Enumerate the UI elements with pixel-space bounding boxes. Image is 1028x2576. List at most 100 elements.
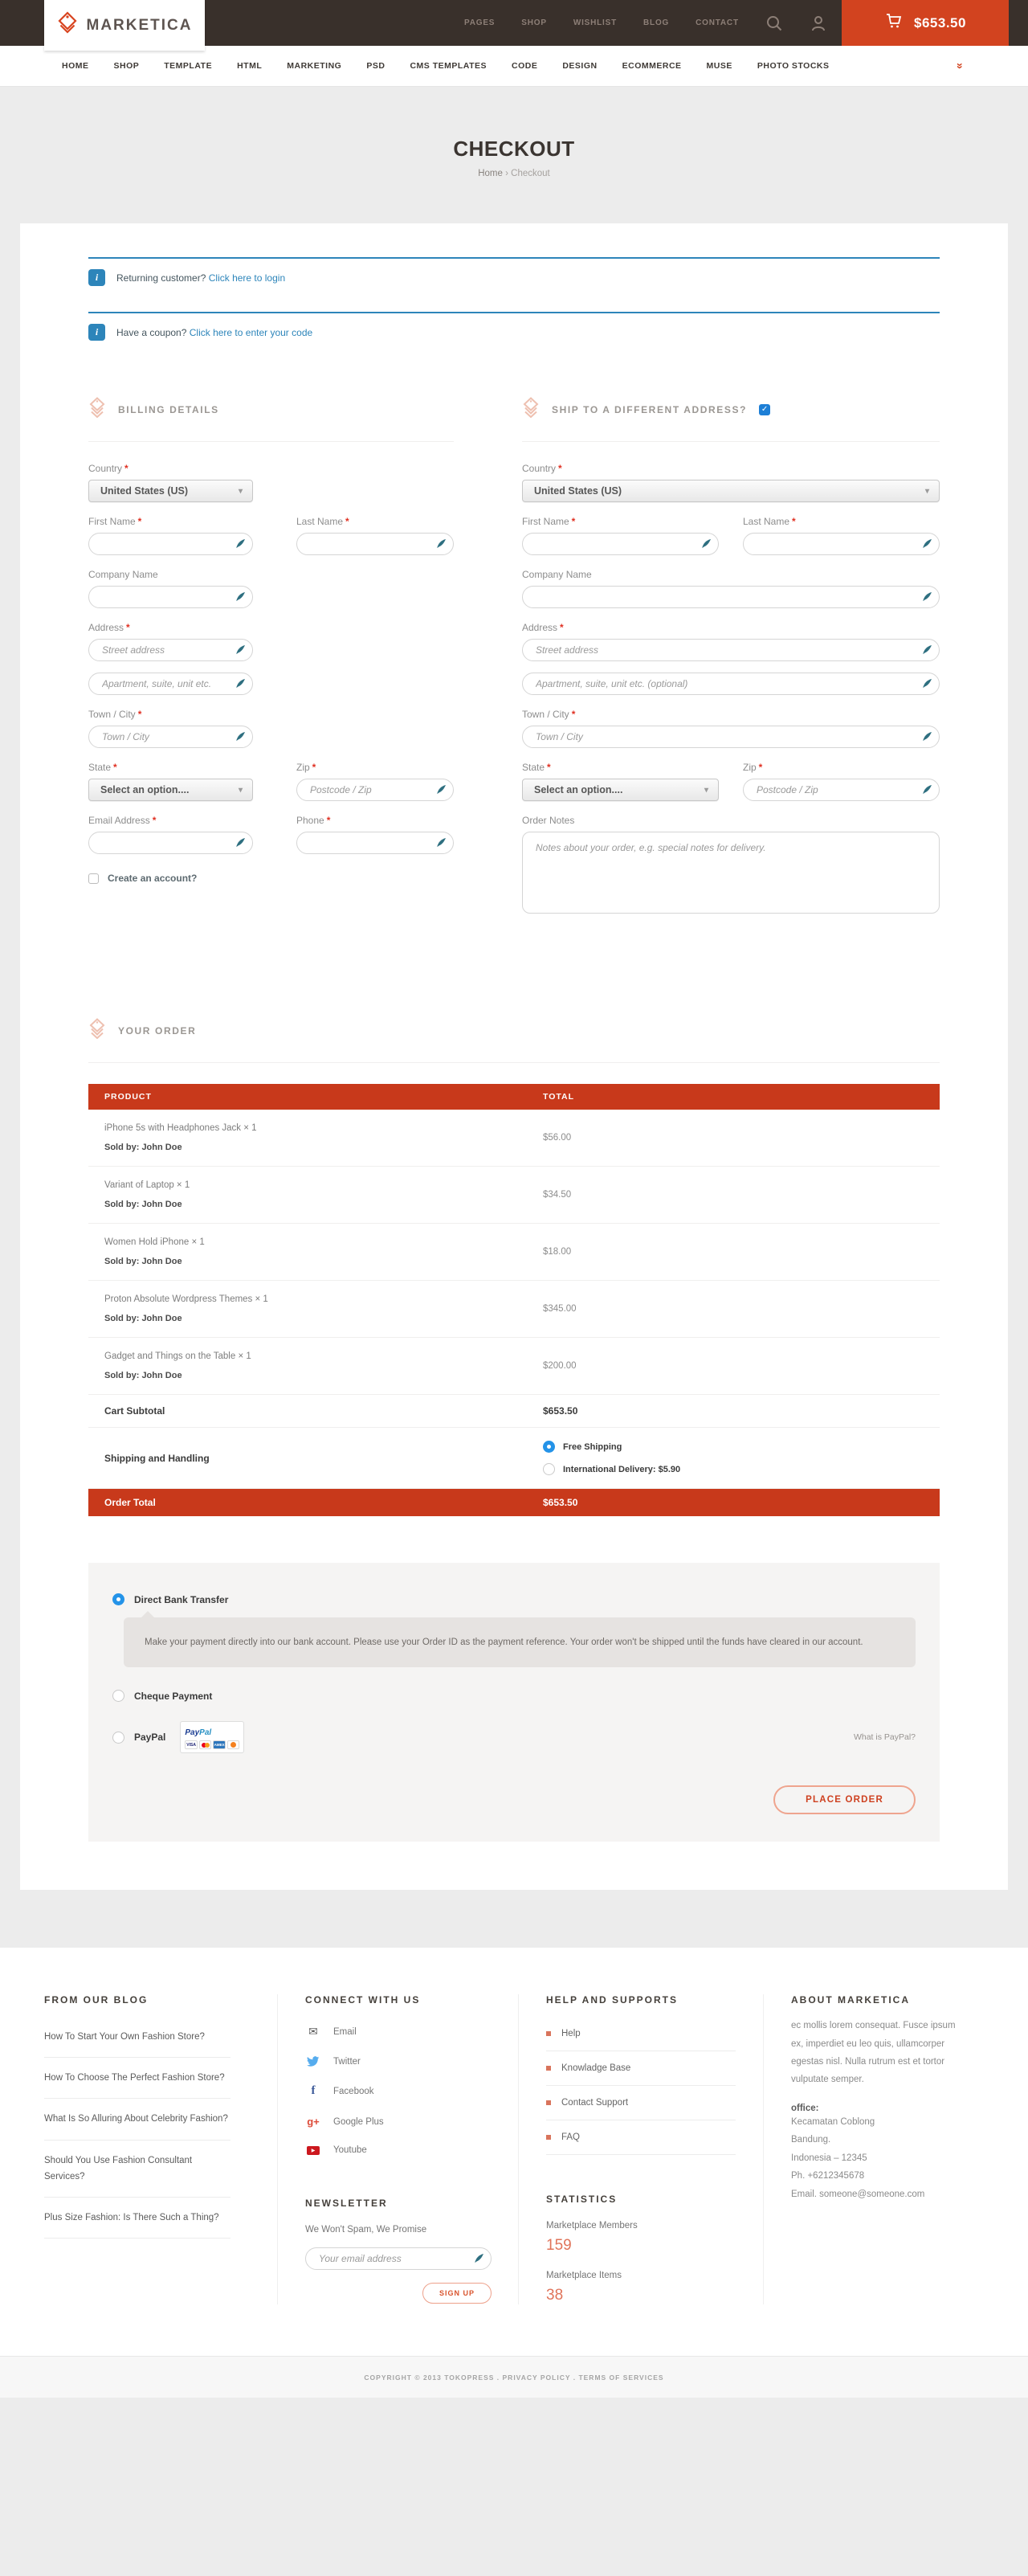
billing-first-name-input[interactable]: [88, 533, 253, 555]
about-heading: ABOUT MARKETICA: [791, 1994, 957, 2006]
first-name-label: First Name: [88, 516, 136, 527]
radio-unselected[interactable]: [112, 1732, 124, 1744]
billing-zip-input[interactable]: [296, 779, 454, 801]
top-nav-blog[interactable]: BLOG: [643, 18, 669, 27]
shipping-option-free[interactable]: Free Shipping: [543, 1441, 940, 1453]
nav-design[interactable]: DESIGN: [562, 61, 597, 71]
info-icon: i: [88, 269, 105, 286]
youtube-icon: ▶: [307, 2146, 320, 2155]
shipping-apartment-input[interactable]: [522, 673, 940, 695]
faq-link[interactable]: FAQ: [546, 2120, 736, 2155]
email-label: Email Address: [88, 815, 150, 826]
last-name-label: Last Name: [296, 516, 343, 527]
table-row: Women Hold iPhone × 1 Sold by: John Doe …: [88, 1224, 940, 1281]
radio-unselected[interactable]: [112, 1690, 124, 1702]
blog-post-link[interactable]: What Is So Alluring About Celebrity Fash…: [44, 2099, 230, 2140]
nav-template[interactable]: TEMPLATE: [164, 61, 212, 71]
order-notes-textarea[interactable]: [522, 832, 940, 914]
blog-post-link[interactable]: Plus Size Fashion: Is There Such a Thing…: [44, 2198, 230, 2239]
knowledge-base-link[interactable]: Knowladge Base: [546, 2051, 736, 2086]
stat-members-value: 159: [546, 2237, 736, 2255]
radio-selected[interactable]: [112, 1593, 124, 1605]
billing-company-input[interactable]: [88, 586, 253, 608]
order-notes-label: Order Notes: [522, 815, 940, 826]
nav-ecommerce[interactable]: ECOMMERCE: [622, 61, 682, 71]
contact-support-link[interactable]: Contact Support: [546, 2086, 736, 2120]
newsletter-email-input[interactable]: [305, 2247, 492, 2270]
billing-apartment-input[interactable]: [88, 673, 253, 695]
nav-photo-stocks[interactable]: PHOTO STOCKS: [757, 61, 830, 71]
billing-state-select[interactable]: Select an option.... ▾: [88, 779, 253, 801]
billing-town-input[interactable]: [88, 726, 253, 748]
shipping-zip-input[interactable]: [743, 779, 940, 801]
billing-country-select[interactable]: United States (US) ▾: [88, 480, 253, 502]
shipping-option-international[interactable]: International Delivery: $5.90: [543, 1463, 940, 1475]
shipping-town-input[interactable]: [522, 726, 940, 748]
login-link[interactable]: Click here to login: [209, 272, 285, 284]
billing-last-name-input[interactable]: [296, 533, 454, 555]
paypal-cards-image: PayPal VISA AMEX: [180, 1721, 244, 1753]
account-icon[interactable]: [810, 14, 827, 32]
top-nav-shop[interactable]: SHOP: [521, 18, 547, 27]
radio-unselected[interactable]: [543, 1463, 555, 1475]
nav-cms-templates[interactable]: CMS TEMPLATES: [410, 61, 487, 71]
shipping-row: Shipping and Handling Free Shipping Inte…: [88, 1428, 940, 1489]
table-row: Variant of Laptop × 1 Sold by: John Doe …: [88, 1167, 940, 1224]
radio-selected[interactable]: [543, 1441, 555, 1453]
top-nav: PAGES SHOP WISHLIST BLOG CONTACT: [464, 0, 827, 46]
nav-marketing[interactable]: MARKETING: [287, 61, 341, 71]
twitter-link[interactable]: Twitter: [305, 2047, 491, 2075]
billing-phone-input[interactable]: [296, 832, 454, 854]
cart-button[interactable]: $653.50: [842, 0, 1009, 46]
statistics-heading: STATISTICS: [546, 2194, 736, 2205]
nav-home[interactable]: HOME: [62, 61, 89, 71]
top-nav-wishlist[interactable]: WISHLIST: [573, 18, 617, 27]
nav-code[interactable]: CODE: [512, 61, 537, 71]
place-order-button[interactable]: PLACE ORDER: [773, 1785, 916, 1814]
coupon-link[interactable]: Click here to enter your code: [190, 327, 312, 338]
payment-method-paypal[interactable]: PayPal PayPal VISA AMEX What is PayPal?: [112, 1721, 916, 1753]
create-account-label: Create an account?: [108, 873, 197, 884]
nav-psd[interactable]: PSD: [366, 61, 385, 71]
payment-box: Direct Bank Transfer Make your payment d…: [88, 1563, 940, 1842]
shipping-last-name-input[interactable]: [743, 533, 940, 555]
nav-html[interactable]: HTML: [237, 61, 262, 71]
address-line: Indonesia – 12345: [791, 2149, 957, 2167]
blog-post-link[interactable]: How To Start Your Own Fashion Store?: [44, 2017, 230, 2058]
shipping-company-input[interactable]: [522, 586, 940, 608]
payment-method-bank[interactable]: Direct Bank Transfer: [112, 1593, 916, 1605]
nav-more-chevrons-icon[interactable]: »: [955, 63, 966, 69]
chevron-down-icon: ▾: [239, 487, 243, 496]
billing-email-input[interactable]: [88, 832, 253, 854]
billing-street-input[interactable]: [88, 639, 253, 661]
googleplus-link[interactable]: g+ Google Plus: [305, 2107, 491, 2136]
company-label: Company Name: [522, 569, 940, 580]
notice-prefix: Returning customer?: [116, 272, 206, 284]
chevron-down-icon: ▾: [239, 786, 243, 795]
product-seller: Sold by: John Doe: [104, 1200, 543, 1209]
top-nav-contact[interactable]: CONTACT: [696, 18, 739, 27]
shipping-first-name-input[interactable]: [522, 533, 719, 555]
blog-post-link[interactable]: Should You Use Fashion Consultant Servic…: [44, 2141, 230, 2198]
shipping-country-select[interactable]: United States (US) ▾: [522, 480, 940, 502]
nav-shop[interactable]: SHOP: [114, 61, 140, 71]
blog-post-link[interactable]: How To Choose The Perfect Fashion Store?: [44, 2058, 230, 2099]
column-total: TOTAL: [543, 1092, 940, 1102]
youtube-link[interactable]: ▶ Youtube: [305, 2136, 491, 2164]
facebook-link[interactable]: f Facebook: [305, 2075, 491, 2107]
help-link[interactable]: Help: [546, 2017, 736, 2051]
search-icon[interactable]: [765, 14, 783, 32]
what-is-paypal-link[interactable]: What is PayPal?: [854, 1732, 916, 1742]
breadcrumb-home[interactable]: Home: [478, 169, 503, 178]
logo[interactable]: MARKETICA: [44, 0, 205, 51]
shipping-street-input[interactable]: [522, 639, 940, 661]
info-icon: i: [88, 324, 105, 341]
create-account-checkbox[interactable]: [88, 873, 99, 884]
email-link[interactable]: ✉ Email: [305, 2017, 491, 2047]
signup-button[interactable]: SIGN UP: [422, 2283, 492, 2304]
ship-different-checkbox[interactable]: ✓: [759, 404, 770, 415]
nav-muse[interactable]: MUSE: [707, 61, 732, 71]
payment-method-cheque[interactable]: Cheque Payment: [112, 1690, 916, 1702]
shipping-state-select[interactable]: Select an option.... ▾: [522, 779, 719, 801]
top-nav-pages[interactable]: PAGES: [464, 18, 495, 27]
